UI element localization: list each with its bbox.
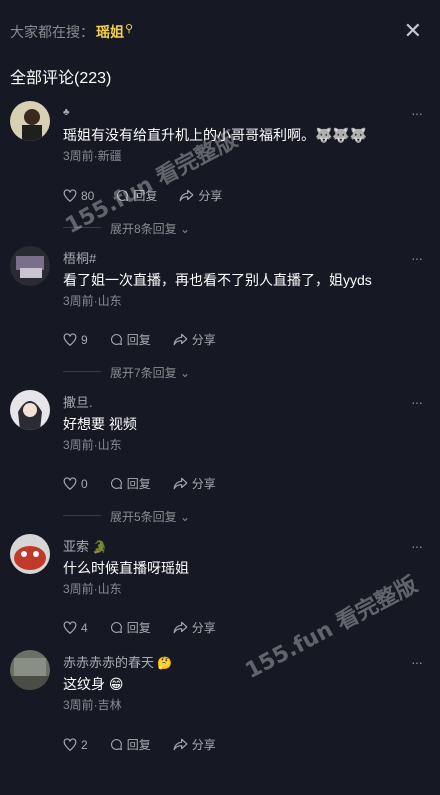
comment-username[interactable]: 撒旦.	[63, 392, 93, 411]
share-button[interactable]: 分享	[173, 331, 216, 348]
comment-meta: 3周前·山东	[63, 294, 122, 308]
expand-replies-label[interactable]: 展开5条回复 ⌄	[110, 508, 190, 525]
heart-icon	[63, 333, 77, 346]
more-options-icon[interactable]: ···	[411, 654, 423, 670]
share-icon	[179, 189, 194, 202]
comment-item: 赤赤赤赤的春天 🤔 这纹身 😁 3周前·吉林 ··· 2 回复 分享	[0, 650, 440, 795]
heart-icon	[63, 621, 77, 634]
search-prefix: 大家都在搜：	[10, 24, 94, 40]
comment-username[interactable]: 亚索 🐊	[63, 536, 107, 555]
search-suggestion[interactable]: 大家都在搜： 瑶姐⚲	[10, 22, 133, 42]
comment-text: 这纹身 😁	[63, 676, 124, 692]
search-keyword[interactable]: 瑶姐	[96, 24, 124, 40]
share-button[interactable]: 分享	[173, 475, 216, 492]
comment-icon	[110, 334, 122, 346]
share-button[interactable]: 分享	[173, 736, 216, 753]
share-icon	[173, 738, 188, 751]
heart-icon	[63, 189, 77, 202]
avatar[interactable]	[10, 246, 50, 286]
comment-icon	[110, 622, 122, 634]
heart-icon	[63, 738, 77, 751]
reply-button[interactable]: 回复	[110, 331, 151, 348]
heart-icon	[63, 477, 77, 490]
like-button[interactable]: 0	[63, 475, 88, 492]
more-options-icon[interactable]: ···	[411, 105, 423, 121]
comment-item: 梧桐# 看了姐一次直播，再也看不了别人直播了，姐yyds 3周前·山东 ··· …	[0, 246, 440, 391]
more-options-icon[interactable]: ···	[411, 538, 423, 554]
avatar[interactable]	[10, 101, 50, 141]
comment-meta: 3周前·吉林	[63, 698, 122, 712]
comment-item: 撒旦. 好想要 视频 3周前·山东 ··· 0 回复 分享 展开5条回复 ⌄	[0, 390, 440, 535]
like-button[interactable]: 2	[63, 736, 88, 753]
comment-meta: 3周前·新疆	[63, 149, 122, 163]
like-count: 0	[81, 476, 88, 491]
page-title: 全部评论(223)	[10, 70, 112, 87]
comment-username[interactable]: 梧桐#	[63, 248, 96, 267]
comment-username[interactable]: ♣	[63, 103, 70, 118]
avatar[interactable]	[10, 650, 50, 690]
avatar[interactable]	[10, 534, 50, 574]
comment-icon	[110, 478, 122, 490]
comment-text: 好想要 视频	[63, 416, 137, 432]
crocodile-icon: 🐊	[92, 540, 107, 554]
like-button[interactable]: 4	[63, 619, 88, 636]
share-icon	[173, 477, 188, 490]
like-count: 9	[81, 332, 88, 347]
reply-button[interactable]: 回复	[110, 736, 151, 753]
share-button[interactable]: 分享	[179, 187, 222, 204]
like-count: 4	[81, 620, 88, 635]
search-icon: ⚲	[125, 23, 134, 35]
like-count: 2	[81, 737, 88, 752]
comment-text: 看了姐一次直播，再也看不了别人直播了，姐yyds	[63, 272, 372, 288]
divider	[63, 515, 101, 516]
share-icon	[173, 621, 188, 634]
comment-meta: 3周前·山东	[63, 438, 122, 452]
comment-text: 什么时候直播呀瑶姐	[63, 560, 189, 576]
expand-replies-label[interactable]: 展开8条回复 ⌄	[110, 220, 190, 237]
like-button[interactable]: 9	[63, 331, 88, 348]
thinking-face-icon: 🤔	[157, 656, 172, 670]
more-options-icon[interactable]: ···	[411, 394, 423, 410]
comment-meta: 3周前·山东	[63, 582, 122, 596]
avatar[interactable]	[10, 390, 50, 430]
share-icon	[173, 333, 188, 346]
comment-username[interactable]: 赤赤赤赤的春天 🤔	[63, 652, 172, 671]
reply-button[interactable]: 回复	[110, 475, 151, 492]
divider	[63, 371, 101, 372]
comment-icon	[110, 739, 122, 751]
reply-button[interactable]: 回复	[110, 619, 151, 636]
expand-replies-label[interactable]: 展开7条回复 ⌄	[110, 364, 190, 381]
share-button[interactable]: 分享	[173, 619, 216, 636]
close-icon[interactable]: ✕	[404, 20, 422, 42]
more-options-icon[interactable]: ···	[411, 250, 423, 266]
verified-icon: ♣	[63, 107, 70, 118]
